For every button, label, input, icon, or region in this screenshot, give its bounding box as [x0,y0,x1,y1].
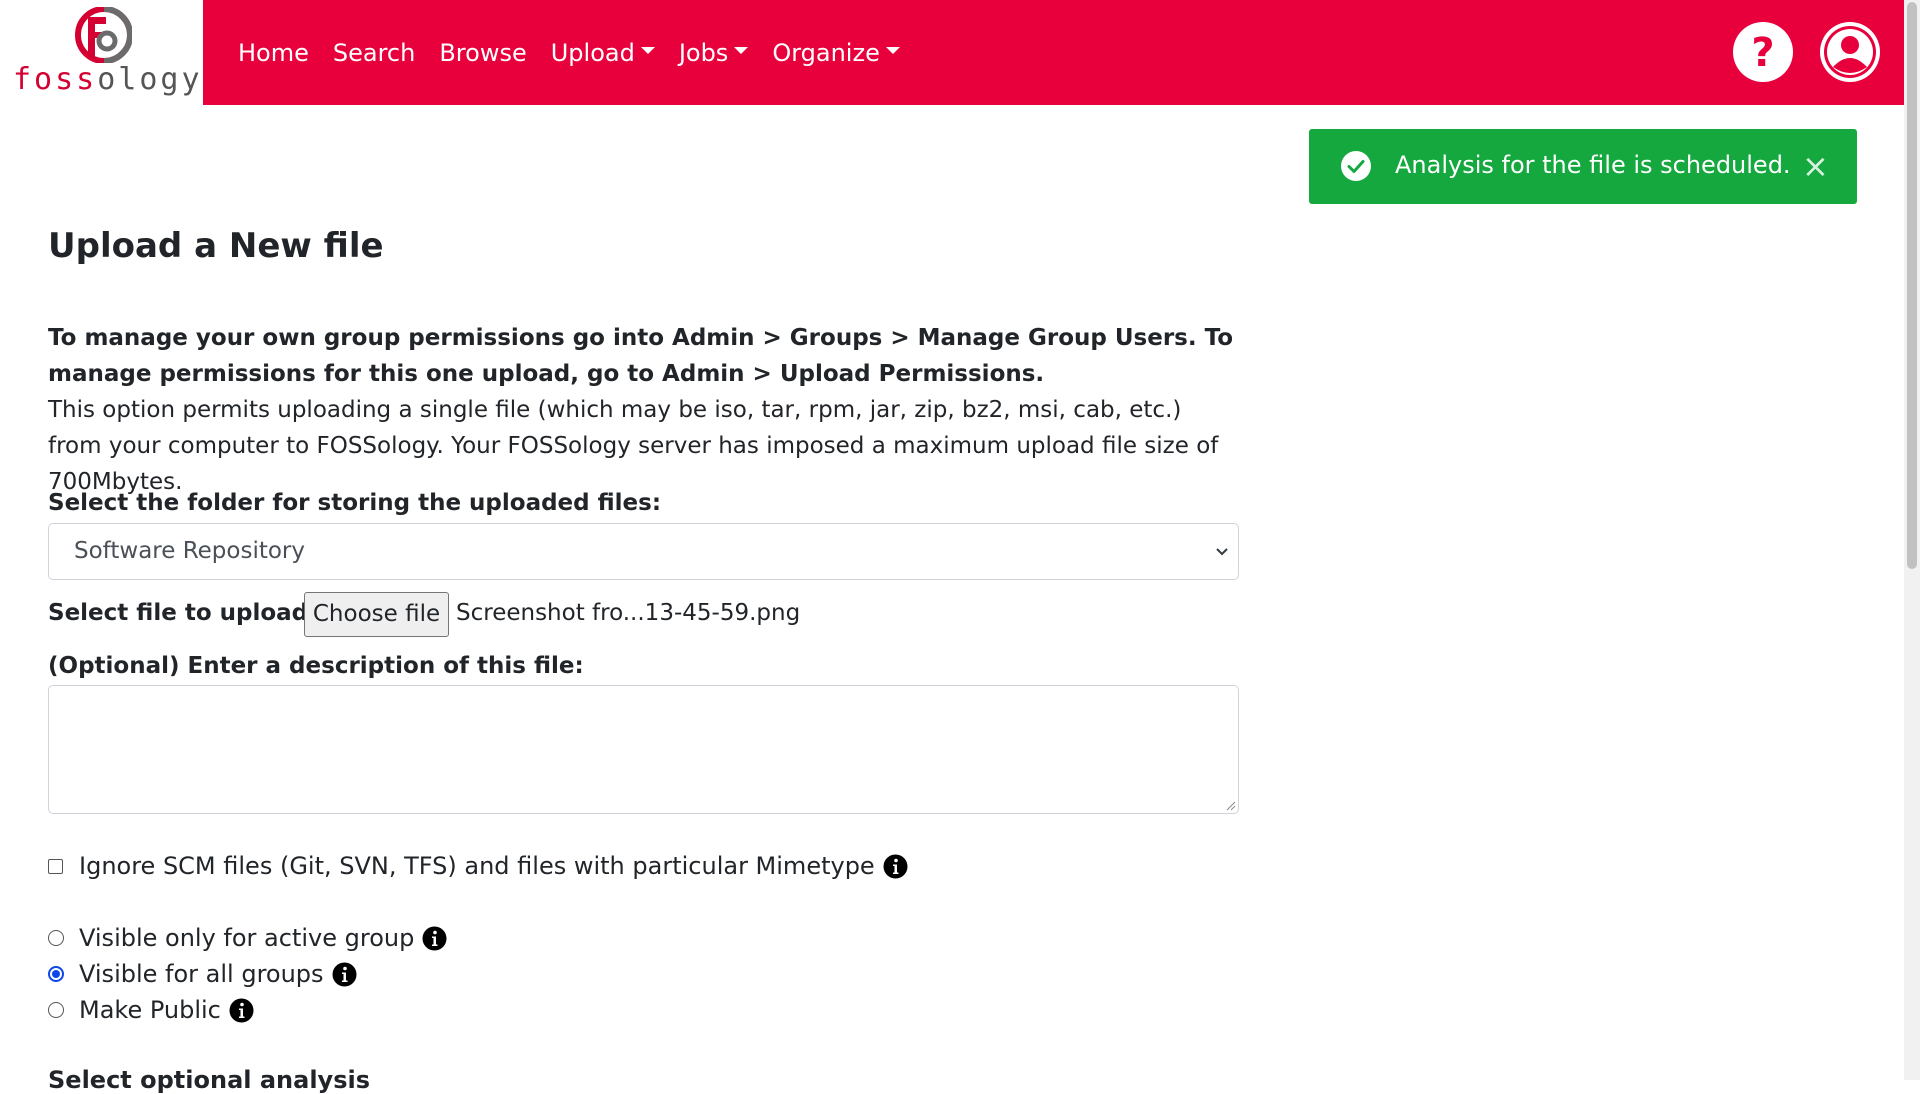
visibility-active-group-radio[interactable] [48,930,64,946]
nav-search[interactable]: Search [333,39,415,67]
page-scrollbar[interactable] [1904,0,1920,1080]
visibility-option-all-groups: Visible for all groups [48,960,357,988]
resize-grip-icon[interactable] [1226,801,1236,811]
folder-selected-value: Software Repository [74,538,305,564]
nav-menu: Home Search Browse Upload Jobs Organize [238,0,924,105]
nav-upload-dropdown[interactable]: Upload [551,39,655,67]
success-toast: Analysis for the file is scheduled. × [1309,129,1857,204]
visibility-option-public: Make Public [48,996,254,1024]
top-navbar: fossology Home Search Browse Upload Jobs… [0,0,1904,105]
file-label: Select file to upload: [48,600,318,626]
ignore-scm-option: Ignore SCM files (Git, SVN, TFS) and fil… [48,852,908,880]
user-account-icon[interactable] [1819,21,1881,83]
upload-description: This option permits uploading a single f… [48,397,1219,495]
visibility-public-radio[interactable] [48,1002,64,1018]
visibility-option-active-group: Visible only for active group [48,924,447,952]
fossology-wordmark: fossology [13,62,203,97]
visibility-all-groups-label: Visible for all groups [79,960,324,988]
scrollbar-thumb[interactable] [1907,2,1917,569]
check-circle-icon [1341,151,1371,181]
nav-jobs-dropdown[interactable]: Jobs [679,39,749,67]
caret-down-icon [734,47,749,54]
nav-home[interactable]: Home [238,39,309,67]
fossology-logo[interactable]: fossology [0,0,203,105]
ignore-scm-checkbox[interactable] [48,858,63,874]
ignore-scm-label: Ignore SCM files (Git, SVN, TFS) and fil… [79,852,875,880]
page-title: Upload a New file [48,226,384,266]
info-icon[interactable] [422,926,447,951]
folder-select[interactable]: Software Repository [48,523,1239,580]
choose-file-button[interactable]: Choose file [304,592,449,637]
toast-message: Analysis for the file is scheduled. [1395,151,1791,179]
toast-close-button[interactable]: × [1802,146,1829,186]
caret-down-icon [640,47,655,54]
description-label: (Optional) Enter a description of this f… [48,653,584,679]
info-icon[interactable] [332,962,357,987]
chevron-down-icon [1216,548,1228,556]
info-icon[interactable] [883,854,908,879]
optional-analysis-heading: Select optional analysis [48,1066,370,1094]
visibility-public-label: Make Public [79,996,221,1024]
intro-text: To manage your own group permissions go … [48,320,1238,500]
nav-organize-dropdown[interactable]: Organize [772,39,900,67]
permissions-note: To manage your own group permissions go … [48,325,1234,387]
selected-file-name: Screenshot fro...13-45-59.png [456,600,801,626]
folder-label: Select the folder for storing the upload… [48,490,662,516]
caret-down-icon [885,47,900,54]
help-icon[interactable]: ? [1732,21,1794,83]
visibility-all-groups-radio[interactable] [48,966,64,982]
svg-text:?: ? [1751,30,1774,76]
info-icon[interactable] [229,998,254,1023]
fossology-logo-icon [75,7,132,63]
description-textarea[interactable] [48,685,1239,814]
visibility-active-group-label: Visible only for active group [79,924,415,952]
nav-browse[interactable]: Browse [439,39,526,67]
